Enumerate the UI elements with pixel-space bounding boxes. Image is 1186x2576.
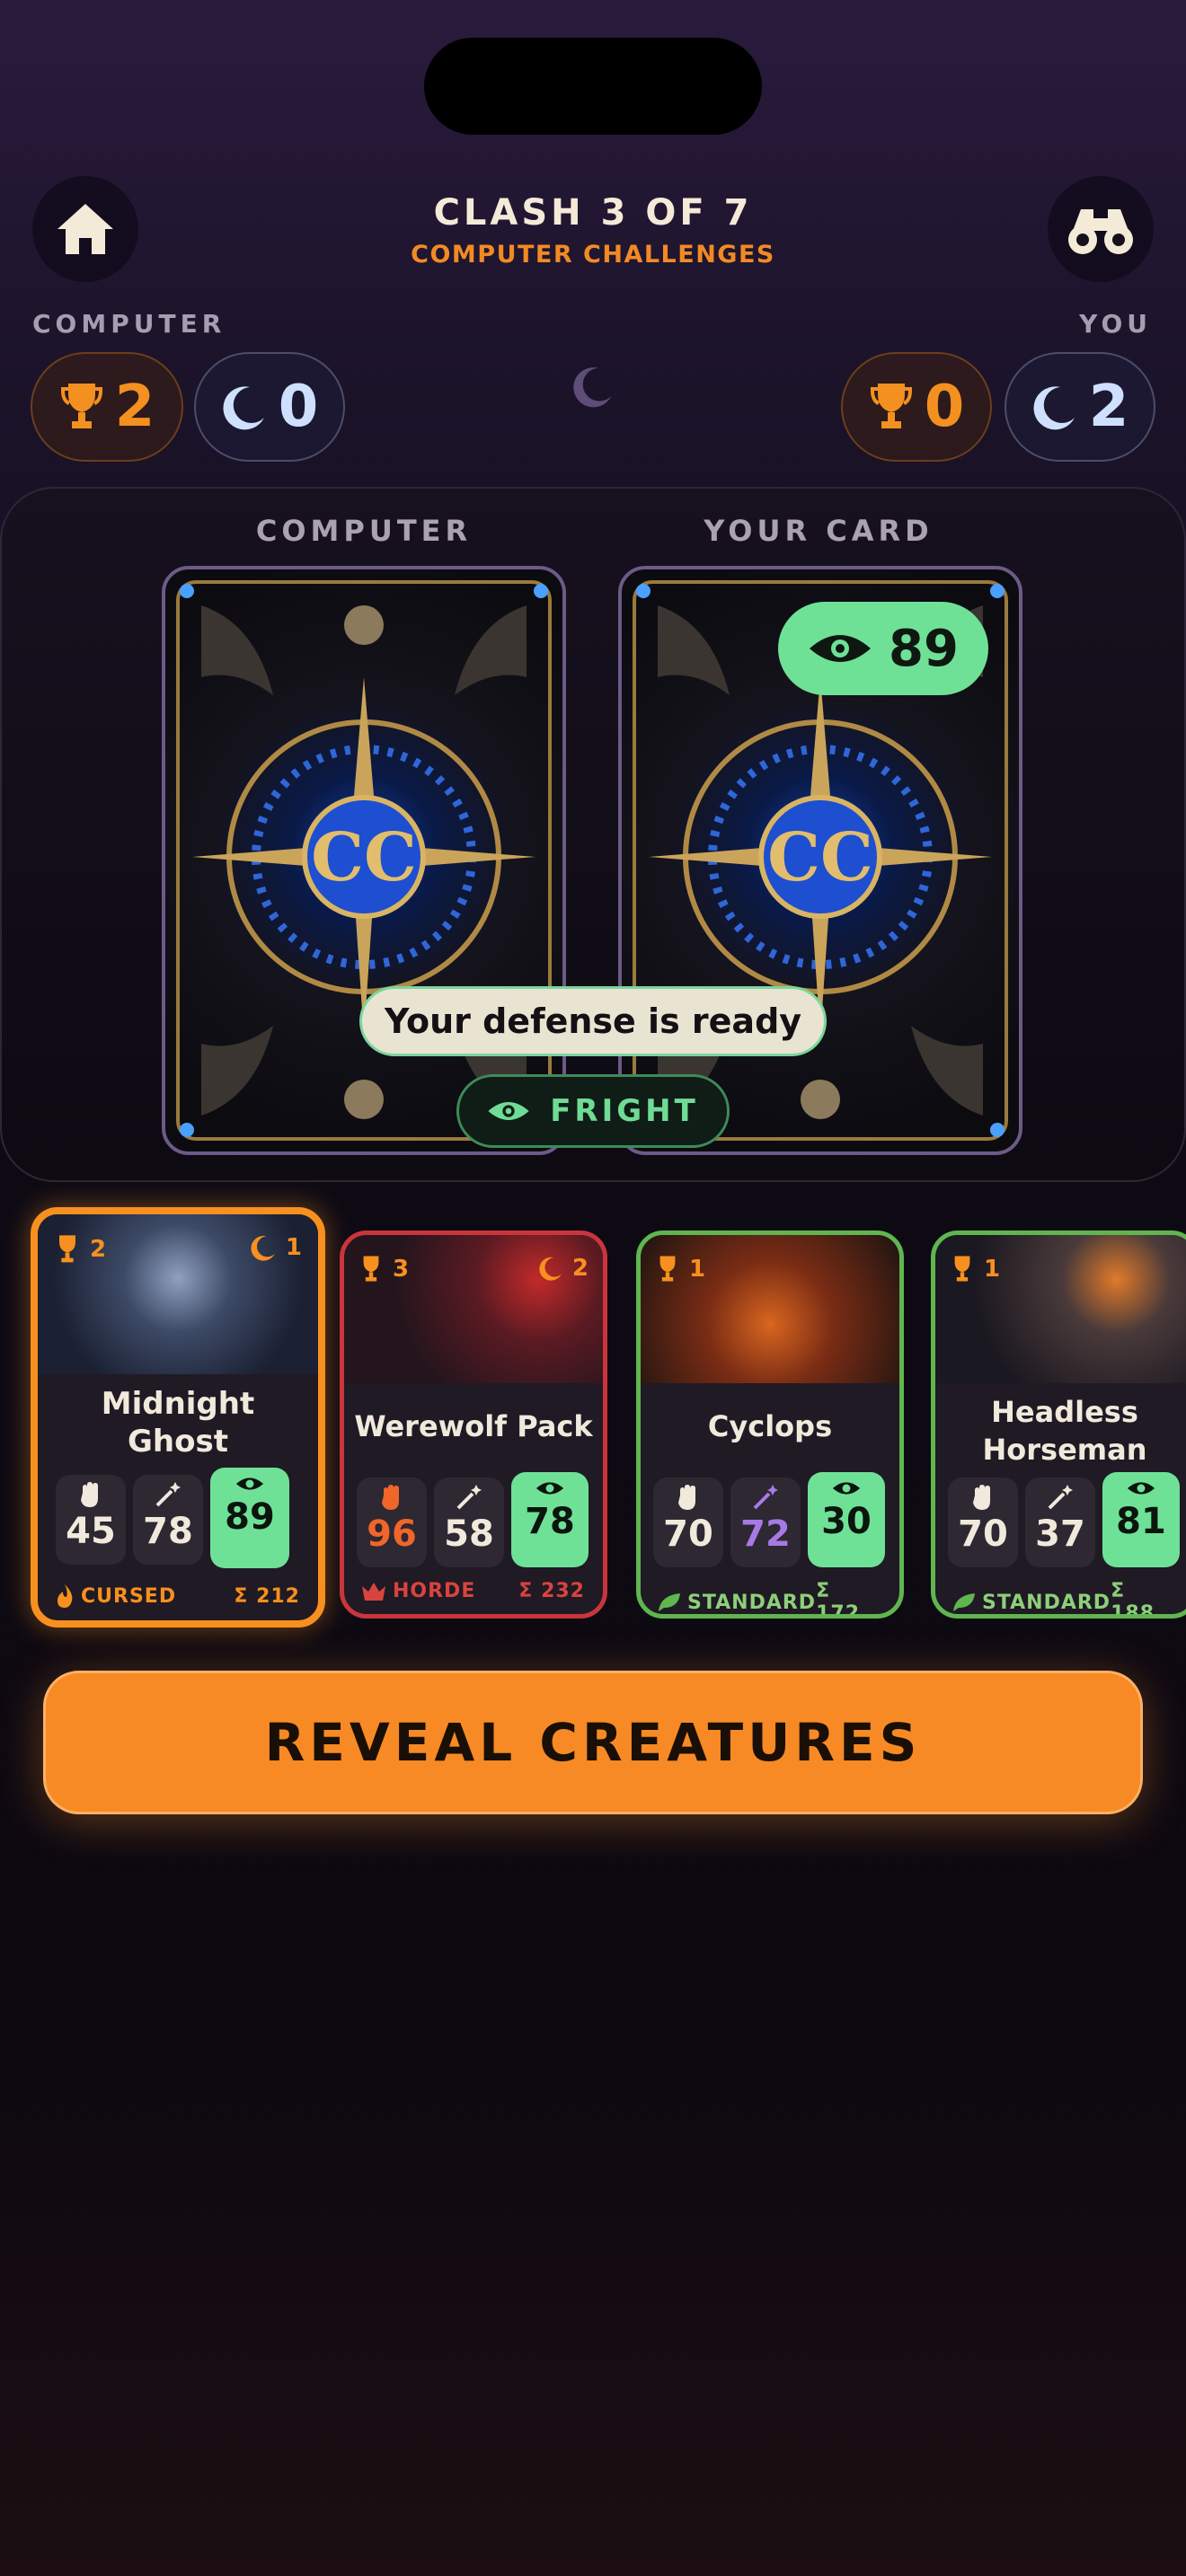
magic-wand-icon [753,1485,778,1510]
eye-icon [235,1478,264,1490]
hand-card-cyclops[interactable]: 1 Cyclops 70 72 30 STANDARD Σ 172 [636,1231,904,1619]
device-notch [424,38,762,135]
magic-wand-icon [1048,1485,1073,1510]
revealed-stat-badge: 89 [778,602,988,695]
magic-wand-icon [456,1485,482,1510]
computer-moon-score: 0 [194,352,345,462]
computer-card-back: CC [162,566,566,1155]
card-moon-count: 1 [250,1234,302,1261]
card-footer: CURSED Σ 212 [56,1584,300,1608]
card-name: Werewolf Pack [354,1409,593,1443]
computer-trophy-count: 2 [114,374,155,440]
you-trophy-score: 0 [841,352,992,462]
you-moon-score: 2 [1005,352,1155,462]
hand-icon [382,1485,399,1510]
trophy-icon [659,1256,676,1282]
hand-card-werewolf-pack[interactable]: 3 2 Werewolf Pack 96 58 78 HORDE Σ 232 [340,1231,607,1619]
eye-icon [832,1482,861,1495]
card-footer: HORDE Σ 232 [362,1580,585,1602]
computer-moon-count: 0 [278,374,319,440]
hand-card-midnight-ghost[interactable]: 2 1 Midnight Ghost 45 78 89 CURSED Σ 212 [31,1207,325,1628]
center-moon-icon [573,367,612,408]
clash-subtitle: COMPUTER CHALLENGES [411,241,775,269]
trophy-icon [60,384,102,428]
computer-card-label: COMPUTER [255,514,473,548]
crown-icon [362,1582,385,1601]
eye-icon [810,635,872,662]
card-type: HORDE [393,1580,476,1602]
moon-icon [223,386,264,430]
card-total: Σ 188 [1111,1580,1155,1619]
card-stat-strength: 96 [357,1478,427,1567]
card-stat-magic: 58 [434,1478,504,1567]
card-stat-fright: 78 [511,1472,589,1567]
card-trophy-count: 2 [54,1234,106,1265]
card-stat-fright: 89 [210,1468,289,1568]
leaf-icon [953,1593,975,1611]
card-stat-strength: 45 [56,1475,126,1565]
computer-score-label: COMPUTER [32,309,226,339]
card-type: CURSED [81,1584,177,1608]
card-type: STANDARD [982,1591,1111,1614]
you-score-label: YOU [1079,309,1152,339]
you-trophy-count: 0 [924,374,965,440]
trophy-icon [59,1235,75,1263]
moon-icon [539,1257,562,1281]
trophy-icon [954,1256,970,1282]
hand-icon [81,1482,98,1507]
your-card-label: YOUR CARD [704,514,934,548]
flame-icon [58,1584,73,1608]
card-name: Headless Horseman [982,1395,1147,1467]
trophy-icon [870,384,912,428]
card-trophy-count: 3 [358,1255,409,1284]
card-stat-strength: 70 [653,1478,723,1567]
moon-icon [251,1235,275,1261]
card-name: Cyclops [707,1409,833,1443]
eye-icon [488,1102,529,1120]
status-banner: Your defense is ready [359,986,827,1056]
selected-stat-fright[interactable]: FRIGHT [456,1074,730,1148]
hand-icon [678,1485,695,1510]
hand-card-headless-horseman[interactable]: 1 Headless Horseman 70 37 81 STANDARD Σ 1… [931,1231,1186,1619]
card-monogram: CC [767,819,873,896]
card-footer: STANDARD Σ 172 [659,1580,881,1619]
card-monogram: CC [311,819,417,896]
card-stat-strength: 70 [948,1478,1018,1567]
card-stat-fright: 81 [1102,1472,1180,1567]
reveal-creatures-button[interactable]: REVEAL CREATURES [43,1671,1143,1814]
clash-title: CLASH 3 OF 7 [433,192,753,234]
card-total: Σ 172 [816,1580,861,1619]
computer-trophy-score: 2 [31,352,183,462]
trophy-icon [363,1256,379,1282]
card-type: STANDARD [687,1591,817,1614]
eye-icon [1127,1482,1155,1495]
hand-icon [973,1485,990,1510]
card-hand: 2 1 Midnight Ghost 45 78 89 CURSED Σ 212 … [0,1204,1186,1644]
leaf-icon [659,1593,680,1611]
card-total: Σ 212 [234,1584,300,1608]
card-moon-count: 2 [538,1255,589,1282]
card-stat-magic: 37 [1025,1478,1095,1567]
eye-icon [535,1482,564,1495]
card-footer: STANDARD Σ 188 [953,1580,1176,1619]
card-stat-magic: 78 [133,1475,203,1565]
card-name: Midnight Ghost [101,1386,255,1460]
card-stat-fright: 30 [808,1472,885,1567]
card-trophy-count: 1 [655,1255,705,1284]
moon-icon [1033,386,1075,430]
magic-wand-icon [155,1482,181,1507]
you-moon-count: 2 [1088,374,1129,440]
card-stat-magic: 72 [730,1478,801,1567]
revealed-stat-value: 89 [889,619,959,678]
card-trophy-count: 1 [950,1255,1000,1284]
selected-stat-label: FRIGHT [550,1093,699,1129]
card-total: Σ 232 [518,1580,585,1602]
